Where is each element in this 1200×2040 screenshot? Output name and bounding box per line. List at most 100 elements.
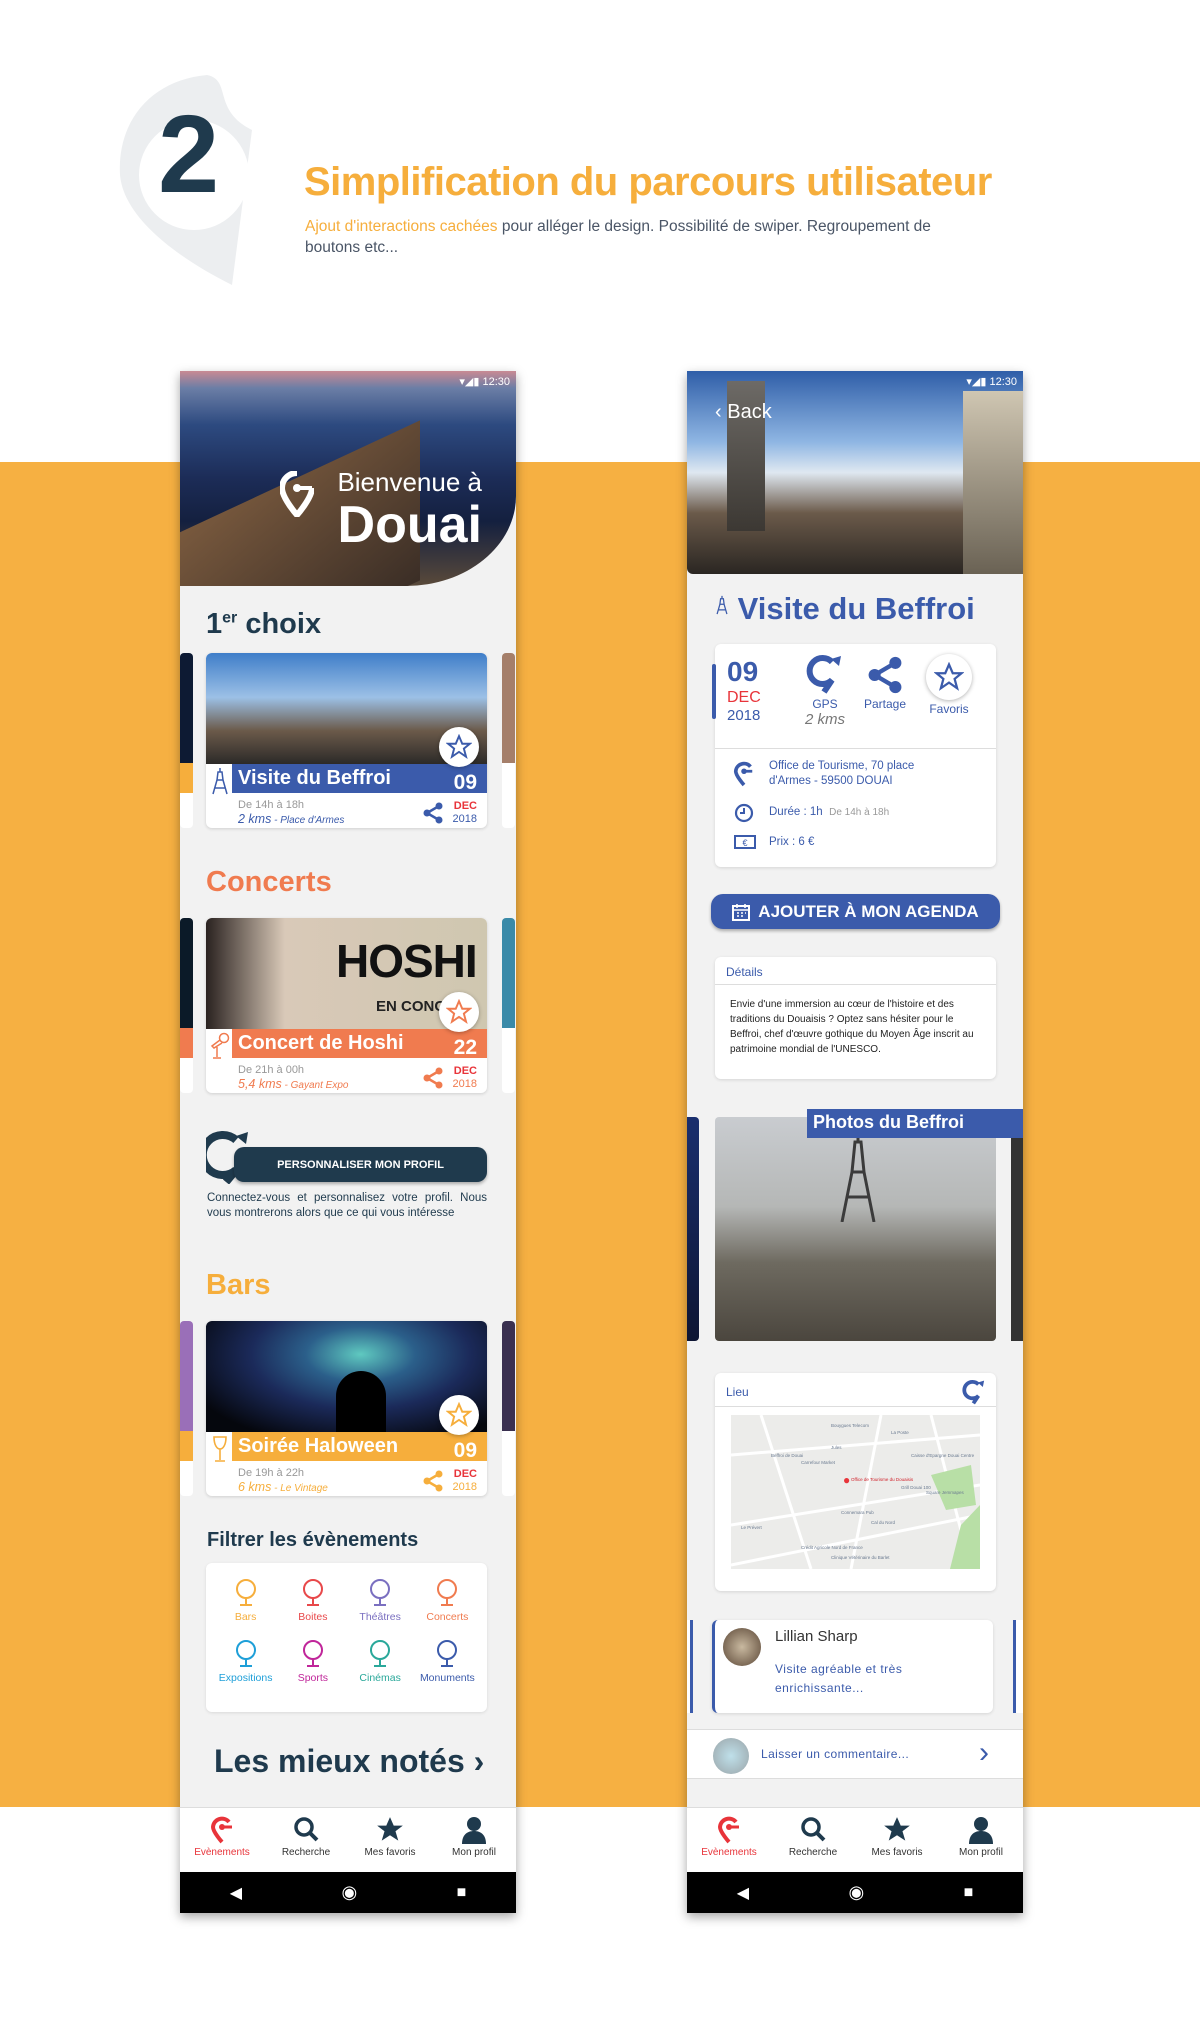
event-price: Prix : 6 € [769, 836, 815, 848]
previous-card-peek[interactable] [180, 653, 193, 828]
monument-icon [212, 768, 228, 795]
subtitle-highlight: Ajout d'interactions cachées [305, 218, 498, 235]
details-text: Envie d'une immersion au cœur de l'histo… [730, 999, 974, 1055]
filter-grid: Bars Boites Théâtres Concerts Expositions Spo… [206, 1563, 487, 1712]
map-label: Cal du Nord [871, 1520, 896, 1525]
filter-cinémas[interactable]: Cinémas [347, 1638, 414, 1699]
vinyl-disc-icon [302, 1579, 323, 1606]
favorite-button[interactable]: Favoris [919, 654, 979, 716]
event-address: Office de Tourisme, 70 place d'Armes - 5… [769, 760, 915, 787]
poster-text: HOSHI [336, 935, 478, 987]
event-distance: 6 kms - Le Vintage [238, 1480, 328, 1494]
recents-icon[interactable]: ■ [964, 1884, 974, 1902]
home-icon[interactable]: ◉ [341, 1882, 357, 1903]
filter-label: Expositions [218, 1671, 273, 1684]
filter-boites[interactable]: Boites [279, 1577, 346, 1638]
nav-favorites[interactable]: Mes favoris [855, 1808, 939, 1872]
nav-profile[interactable]: Mon profil [939, 1808, 1023, 1872]
event-year: 2018 [452, 1481, 477, 1493]
city-name: Douai [337, 496, 482, 554]
event-time: De 21h à 00h [238, 1064, 305, 1076]
gps-button[interactable]: GPS 2 kms [795, 654, 855, 728]
next-card-peek[interactable] [502, 1321, 515, 1496]
previous-card-peek[interactable] [180, 1321, 193, 1496]
easel-icon [235, 1639, 256, 1667]
filter-monuments[interactable]: Monuments [414, 1638, 481, 1699]
map-label: Crédit Agricole Nord de France [801, 1545, 863, 1550]
event-month: DEC [453, 800, 477, 812]
comment-placeholder[interactable]: Laisser un commentaire... [761, 1747, 909, 1761]
favorite-button[interactable] [439, 1395, 479, 1435]
favorite-button[interactable] [439, 992, 479, 1032]
event-title: Visite du Beffroi [715, 591, 975, 627]
nav-search[interactable]: Recherche [771, 1808, 855, 1872]
gps-pin-icon[interactable] [962, 1379, 986, 1405]
next-card-peek[interactable] [502, 653, 515, 828]
filter-concerts[interactable]: Concerts [414, 1577, 481, 1638]
filter-sports[interactable]: Sports [279, 1638, 346, 1699]
next-photo-peek[interactable] [1011, 1117, 1023, 1341]
user-avatar [713, 1738, 749, 1774]
android-navigation-bar: ◀ ◉ ■ [687, 1872, 1023, 1913]
event-card[interactable]: Soirée Haloween 09 De 19h à 22h 6 kms - … [206, 1321, 487, 1496]
event-title: Soirée Haloween [238, 1435, 399, 1457]
filter-bars[interactable]: Bars [212, 1577, 279, 1638]
android-navigation-bar: ◀ ◉ ■ [180, 1872, 516, 1913]
share-button[interactable]: Partage [855, 656, 915, 711]
map-marker-icon[interactable]: ● [843, 1473, 850, 1487]
favorite-button[interactable] [439, 727, 479, 767]
chevron-right-icon: › [473, 1743, 485, 1779]
nav-profile[interactable]: Mon profil [432, 1808, 516, 1872]
comment-input-row[interactable]: Laisser un commentaire... › [687, 1729, 1023, 1779]
chevron-left-icon: ‹ [715, 401, 722, 423]
star-icon [446, 734, 472, 760]
recents-icon[interactable]: ■ [457, 1884, 467, 1902]
next-review-peek[interactable] [1013, 1620, 1023, 1713]
filter-théâtres[interactable]: Théâtres [347, 1577, 414, 1638]
top-rated-link[interactable]: Les mieux notés › [214, 1743, 484, 1780]
eiffel-tower-image [840, 1132, 876, 1222]
star-icon [377, 1817, 403, 1841]
event-day: 09 [453, 771, 477, 794]
page-title: Simplification du parcours utilisateur [304, 160, 992, 204]
location-map[interactable]: Bouygues Telecom La Poste Jules Beffroi de … [731, 1415, 980, 1569]
photos-heading: Photos du Beffroi [807, 1109, 1023, 1138]
back-icon[interactable]: ◀ [230, 1883, 242, 1903]
filter-expositions[interactable]: Expositions [212, 1638, 279, 1699]
previous-photo-peek[interactable] [687, 1117, 699, 1341]
clock-icon [734, 803, 754, 823]
monument-icon [437, 1639, 458, 1667]
concerts-heading: Concerts [206, 866, 332, 898]
nav-search[interactable]: Recherche [264, 1808, 348, 1872]
back-icon[interactable]: ◀ [737, 1883, 749, 1903]
share-icon[interactable] [423, 802, 443, 824]
share-icon[interactable] [423, 1470, 443, 1492]
previous-card-peek[interactable] [180, 918, 193, 1093]
step-number: 2 [158, 93, 220, 216]
photo-gallery-image[interactable] [715, 1117, 996, 1341]
event-day: 09 [453, 1439, 477, 1462]
back-button[interactable]: ‹ Back [715, 401, 772, 424]
personalize-profile-button[interactable]: PERSONNALISER MON PROFIL [234, 1147, 487, 1182]
event-day: 22 [453, 1036, 477, 1059]
event-year: 2018 [727, 707, 761, 724]
event-card[interactable]: HOSHI EN CONCERT Concert de Hoshi 22 De … [206, 918, 487, 1093]
profile-description: Connectez-vous et personnalisez votre pr… [207, 1192, 487, 1219]
home-icon[interactable]: ◉ [848, 1882, 864, 1903]
nav-events[interactable]: Evènements [687, 1808, 771, 1872]
event-card[interactable]: Visite du Beffroi 09 De 14h à 18h 2 kms … [206, 653, 487, 828]
star-icon [446, 1402, 472, 1428]
star-icon [446, 999, 472, 1025]
previous-review-peek[interactable] [687, 1620, 693, 1713]
event-info-card: 09 DEC 2018 GPS 2 kms Partage Favoris Off… [712, 644, 996, 867]
add-to-agenda-button[interactable]: AJOUTER À MON AGENDA [711, 894, 1000, 929]
next-card-peek[interactable] [502, 918, 515, 1093]
filter-label: Boites [298, 1611, 328, 1623]
gps-pin-icon [806, 655, 841, 694]
share-icon[interactable] [423, 1067, 443, 1089]
status-bar: ▾◢▮ 12:30 [459, 376, 510, 388]
nav-favorites[interactable]: Mes favoris [348, 1808, 432, 1872]
microphone-icon [437, 1579, 458, 1606]
chevron-right-icon[interactable]: › [979, 1736, 989, 1770]
nav-events[interactable]: Evènements [180, 1808, 264, 1872]
